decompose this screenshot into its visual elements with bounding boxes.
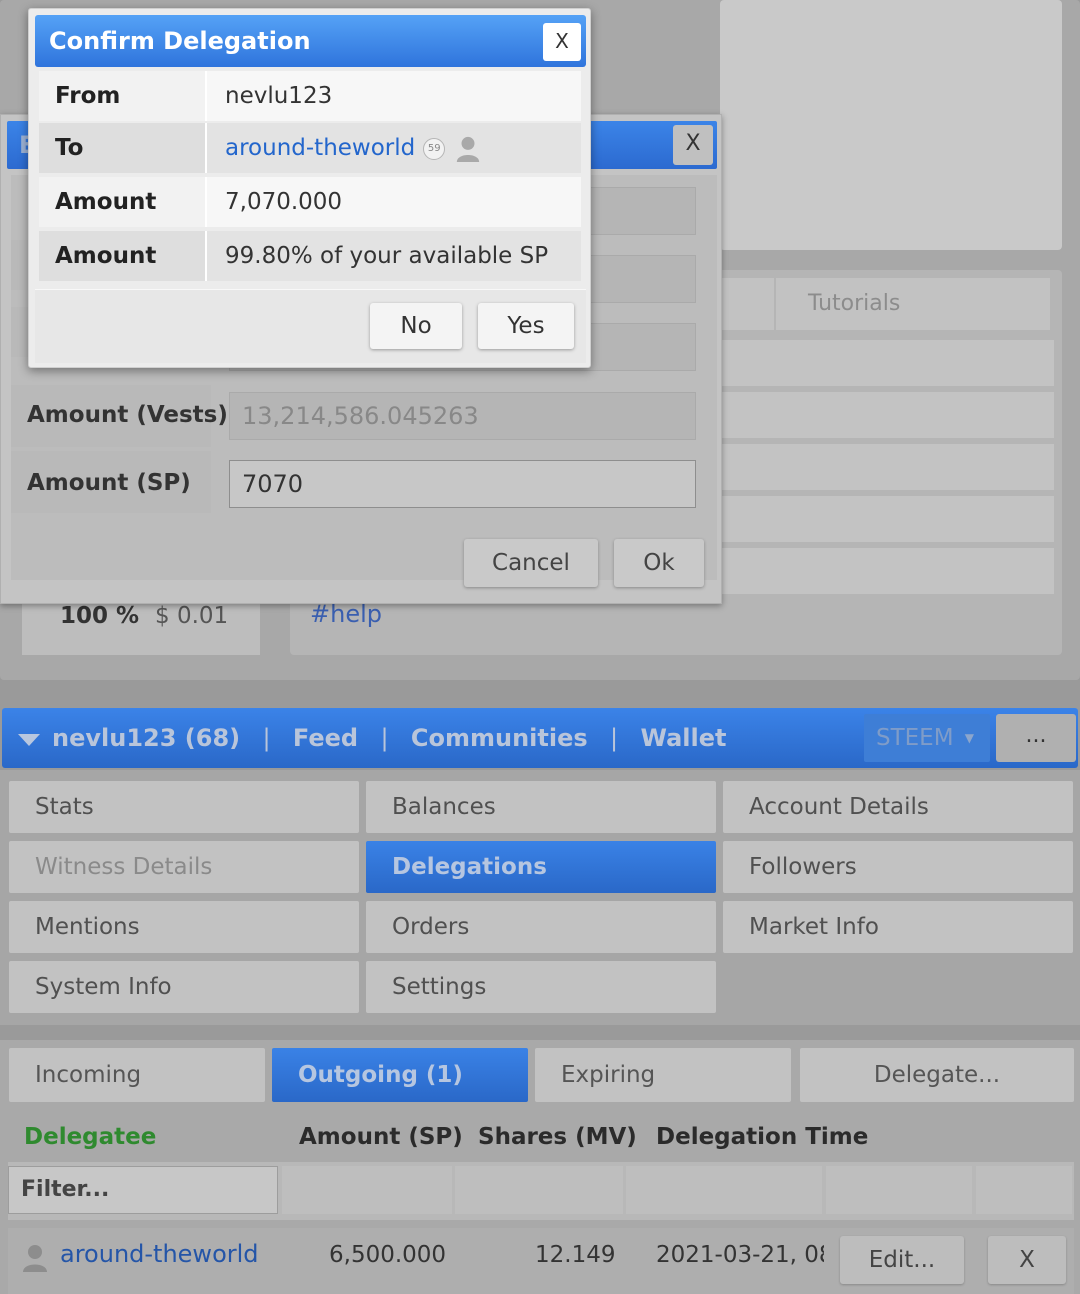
amount-pct-label: Amount (%) (39, 231, 207, 319)
filter-cell (282, 1166, 452, 1214)
from-row: From nevlu123 (39, 71, 581, 121)
amount-sp-label: Amount (SP) (39, 177, 207, 265)
background-percent: 100 % (60, 603, 140, 629)
filter-cell (976, 1166, 1072, 1214)
menu-orders[interactable]: Orders (366, 901, 716, 953)
menu-mentions[interactable]: Mentions (9, 901, 359, 953)
collapse-triangle-icon[interactable] (18, 734, 40, 746)
amount-sp-value: 7,070.000 (225, 189, 343, 215)
menu-settings[interactable]: Settings (366, 961, 716, 1013)
menu-delegations[interactable]: Delegations (366, 841, 716, 893)
nav-communities-link[interactable]: Communities (411, 724, 588, 752)
account-navbar: nevlu123 (68) | Feed | Communities | Wal… (2, 708, 1078, 768)
edit-delegation-button[interactable]: Edit... (840, 1236, 964, 1284)
menu-market-info[interactable]: Market Info (723, 901, 1073, 953)
amount-sp-row: Amount (SP) 7,070.000 (39, 177, 581, 265)
nav-separator: | (610, 724, 619, 752)
col-delegation-time[interactable]: Delegation Time (656, 1115, 868, 1159)
nav-wallet-link[interactable]: Wallet (640, 724, 726, 752)
tab-outgoing[interactable]: Outgoing (1) (272, 1048, 528, 1102)
user-icon[interactable] (455, 136, 481, 162)
col-amount-sp[interactable]: Amount (SP) (299, 1115, 463, 1159)
filter-cell (826, 1166, 972, 1214)
filter-input[interactable]: Filter... (8, 1166, 278, 1214)
cancel-button[interactable]: Cancel (464, 539, 598, 587)
background-tab[interactable] (720, 278, 774, 330)
reputation-badge: 59 (423, 137, 446, 160)
col-delegatee[interactable]: Delegatee (24, 1115, 156, 1159)
amount-vests-label: Amount (Vests) (27, 402, 228, 428)
filter-cell (626, 1166, 822, 1214)
menu-account-details[interactable]: Account Details (723, 781, 1073, 833)
amount-sp-label: Amount (SP) (27, 470, 191, 496)
to-row: To around-theworld 59 (39, 123, 581, 173)
delegate-button[interactable]: Delegate... (800, 1048, 1074, 1102)
nav-user-link[interactable]: nevlu123 (68) (52, 724, 240, 752)
from-value: nevlu123 (225, 83, 333, 109)
tab-expiring[interactable]: Expiring (535, 1048, 791, 1102)
delegatee-link[interactable]: around-theworld (60, 1240, 259, 1268)
to-label: To (39, 123, 207, 173)
confirm-dialog-titlebar[interactable]: Confirm Delegation X (35, 15, 586, 67)
edit-dialog-close-button[interactable]: X (673, 125, 713, 165)
amount-pct-value: 99.80% of your available SP (225, 243, 549, 269)
hashtag-link[interactable]: #help (310, 600, 382, 628)
nav-separator: | (262, 724, 271, 752)
confirm-dialog-title: Confirm Delegation (49, 27, 311, 55)
no-button[interactable]: No (370, 303, 462, 349)
chain-select[interactable]: STEEM ▼ (864, 714, 990, 762)
row-amount-sp: 6,500.000 (329, 1242, 447, 1268)
amount-pct-row: Amount (%) 99.80% of your available SP (39, 231, 581, 319)
row-shares-mv: 12.149 (535, 1242, 616, 1268)
confirm-dialog-close-button[interactable]: X (543, 23, 581, 61)
menu-followers[interactable]: Followers (723, 841, 1073, 893)
from-label: From (39, 71, 207, 121)
amount-sp-input[interactable]: 7070 (229, 460, 696, 508)
to-value: around-theworld 59 (225, 123, 481, 173)
row-delegation-time: 2021-03-21, 08: (656, 1242, 824, 1268)
background-usd: $ 0.01 (155, 603, 229, 629)
tab-incoming[interactable]: Incoming (9, 1048, 265, 1102)
confirm-delegation-dialog: Confirm Delegation X From nevlu123 To ar… (28, 8, 591, 368)
background-top-card (720, 0, 1062, 250)
nav-feed-link[interactable]: Feed (293, 724, 358, 752)
nav-separator: | (380, 724, 389, 752)
menu-system-info[interactable]: System Info (9, 961, 359, 1013)
tutorials-tab[interactable]: Tutorials (776, 278, 1050, 330)
remove-delegation-button[interactable]: X (988, 1236, 1066, 1284)
col-shares-mv[interactable]: Shares (MV) (478, 1115, 637, 1159)
menu-stats[interactable]: Stats (9, 781, 359, 833)
amount-vests-field: 13,214,586.045263 (229, 392, 696, 440)
caret-down-icon: ▼ (964, 731, 974, 745)
menu-balances[interactable]: Balances (366, 781, 716, 833)
more-button[interactable]: ... (996, 714, 1076, 762)
yes-button[interactable]: Yes (478, 303, 574, 349)
filter-cell (455, 1166, 623, 1214)
to-account-link[interactable]: around-theworld (225, 135, 415, 161)
user-icon (23, 1245, 47, 1272)
menu-witness-details[interactable]: Witness Details (9, 841, 359, 893)
chain-select-value: STEEM (876, 725, 954, 751)
nav-links: nevlu123 (68) | Feed | Communities | Wal… (52, 708, 741, 768)
ok-button[interactable]: Ok (614, 539, 704, 587)
